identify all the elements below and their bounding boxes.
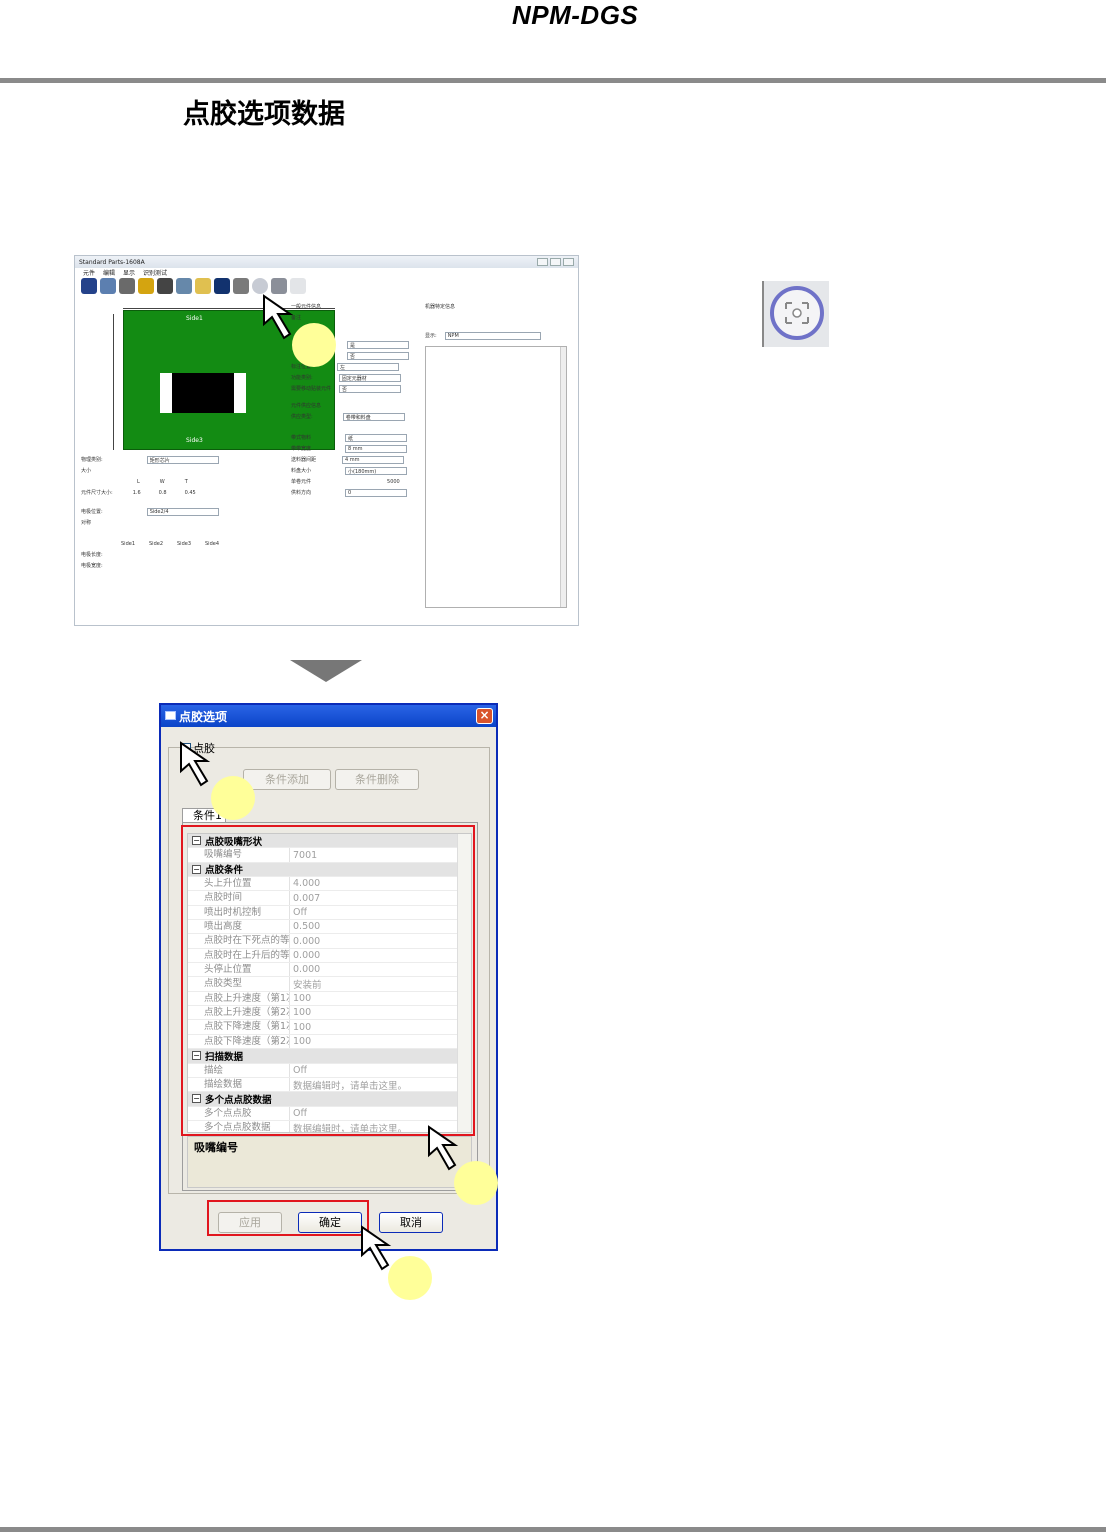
- machine-group-title: 机器特定信息: [425, 304, 456, 310]
- minimize-icon: [537, 258, 548, 266]
- callout-circle-4: [388, 1256, 432, 1300]
- vertical-ruler: [113, 314, 117, 450]
- camera-icon: [157, 278, 173, 294]
- coplanarity-icon: [271, 278, 287, 294]
- app-toolbar: [75, 276, 578, 296]
- side-label-bottom: Side3: [186, 437, 203, 444]
- app-titlebar: Standard Parts-1608A: [75, 256, 578, 268]
- nozzle-icon: [100, 278, 116, 294]
- size-t: 0.45: [184, 489, 196, 496]
- dialog-titlebar: 点胶选项 ×: [161, 705, 496, 727]
- general-select-5: 否: [339, 384, 402, 393]
- symmetric-check: 对称: [81, 520, 92, 526]
- down-arrow-icon: [290, 660, 362, 682]
- general-select-2: 否: [347, 351, 409, 360]
- machine-form: 机器特定信息 显示: NPM: [425, 301, 570, 341]
- l-label: L: [137, 478, 140, 485]
- general-select-4: 固定元器材: [338, 373, 401, 382]
- tape-val-1: 纸: [345, 433, 408, 442]
- feeder-icon: [119, 278, 135, 294]
- tape-val-3: 4 mm: [342, 455, 405, 464]
- move-mount-label: 需要移动贴装元件: [291, 386, 332, 392]
- window-icon: [165, 711, 176, 720]
- electrode-length-label: 电极长度:: [81, 552, 103, 558]
- tape-val-2: 8 mm: [345, 444, 408, 453]
- supply-type-label: 供应类型:: [291, 414, 313, 420]
- electrode-label: 电极位置:: [81, 509, 103, 515]
- menu-item-parts: 元件: [83, 269, 96, 277]
- close-button[interactable]: ×: [476, 708, 493, 724]
- component-body: [160, 373, 246, 413]
- tape-row-6: 供料方向: [291, 490, 312, 496]
- bottom-rule: [0, 1527, 1106, 1532]
- general-select-1: 是: [347, 340, 409, 349]
- delete-condition-button[interactable]: 条件删除: [335, 769, 419, 790]
- tape-val-4: 小(180mm): [345, 466, 408, 475]
- left-form: 物理类别: 矩形芯片 大小 L W T 元件尺寸大小: 1.6 0.8 0.45 电极位置:…: [81, 454, 271, 571]
- electrode-select: Side2/4: [146, 507, 219, 516]
- menu-item-edit: 编辑: [103, 269, 116, 277]
- tape-val-5: 5000: [387, 478, 400, 485]
- general-select-3: 左: [337, 362, 400, 371]
- maximize-icon: [550, 258, 561, 266]
- tape-row-5: 单卷元件: [291, 479, 312, 485]
- machine-display-label: 显示:: [425, 333, 437, 339]
- callout-circle-1: [292, 323, 336, 367]
- save-icon: [81, 278, 97, 294]
- description-title: 吸嘴编号: [194, 1141, 238, 1154]
- machine-select: NPM: [444, 331, 541, 340]
- size-w: 0.8: [158, 489, 167, 496]
- dispense-option-icon: [252, 278, 268, 294]
- tape-row-4: 料盘大小: [291, 468, 312, 474]
- side-label-top: Side1: [186, 315, 203, 322]
- tape-row-2: 带带宽度: [291, 446, 312, 452]
- machine-property-grid: [425, 346, 567, 608]
- tape-row-1: 带式物料: [291, 435, 312, 441]
- electrode-width-label: 电极宽度:: [81, 563, 103, 569]
- w-label: W: [159, 478, 165, 485]
- pointer-icon: [180, 741, 211, 787]
- callout-circle-2: [211, 776, 255, 820]
- page-title: 点胶选项数据: [183, 99, 345, 130]
- size-label: 大小: [81, 468, 92, 474]
- close-icon: [563, 258, 574, 266]
- inspect-icon: [214, 278, 230, 294]
- brand-label: NPM-DGS: [512, 0, 639, 30]
- component-size-label: 元件尺寸大小:: [81, 490, 113, 496]
- tray-icon: [138, 278, 154, 294]
- menu-item-recognition: 识别测试: [143, 269, 168, 277]
- grid-highlight-box: [181, 825, 475, 1136]
- dialog-title: 点胶选项: [179, 709, 228, 724]
- add-condition-button[interactable]: 条件添加: [243, 769, 331, 790]
- supply-group-title: 元件供应信息: [291, 403, 322, 409]
- side-header-2: Side2: [149, 540, 163, 547]
- top-rule: [0, 78, 1106, 83]
- side-header-3: Side3: [177, 540, 191, 547]
- app-menubar: 元件 编辑 显示 识别测试: [75, 268, 578, 277]
- physical-label: 物理类别:: [81, 457, 103, 463]
- tape-val-6: 0: [345, 488, 408, 497]
- button-highlight-box: [207, 1200, 369, 1236]
- lamp-icon: [176, 278, 192, 294]
- chip-icon: [233, 278, 249, 294]
- callout-circle-3: [454, 1161, 498, 1205]
- app-title: Standard Parts-1608A: [79, 258, 145, 266]
- tape-row-3: 送料器间距: [291, 457, 317, 463]
- menu-item-view: 显示: [123, 269, 136, 277]
- t-label: T: [184, 478, 188, 485]
- zoom-fit-icon: [762, 281, 829, 347]
- side-header-4: Side4: [205, 540, 219, 547]
- glue-icon: [195, 278, 211, 294]
- disabled-icon: [290, 278, 306, 294]
- size-l: 1.6: [132, 489, 141, 496]
- parts-editor-screenshot: Standard Parts-1608A 元件 编辑 显示 识别测试 Side1…: [74, 255, 579, 626]
- physical-select: 矩形芯片: [146, 455, 219, 464]
- supply-select: 卷带和料盘: [342, 412, 405, 421]
- function-label: 功能类别:: [291, 375, 313, 381]
- side-header-1: Side1: [121, 540, 135, 547]
